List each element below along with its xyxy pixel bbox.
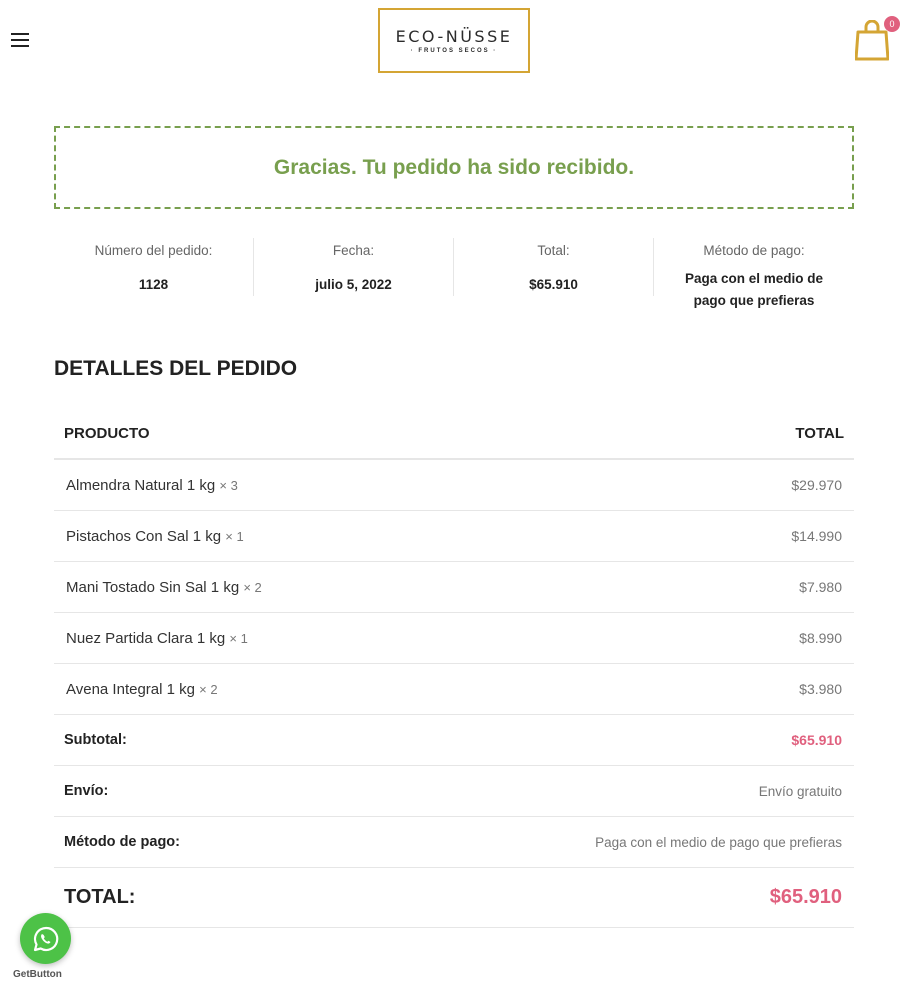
overview-order-number: Número del pedido: 1128 — [54, 238, 254, 296]
payment-method-row: Método de pago: Paga con el medio de pag… — [54, 817, 854, 868]
shipping-label: Envío: — [64, 783, 109, 799]
hamburger-menu-icon[interactable] — [11, 33, 29, 49]
order-overview: Número del pedido: 1128 Fecha: julio 5, … — [54, 238, 854, 318]
table-row: Mani Tostado Sin Sal 1 kg × 2 $7.980 — [54, 562, 854, 613]
overview-value: $65.910 — [529, 277, 578, 292]
total-value: $65.910 — [769, 886, 842, 908]
total-label: TOTAL: — [64, 886, 136, 908]
notice-text: Gracias. Tu pedido ha sido recibido. — [273, 155, 635, 179]
whatsapp-chat-button[interactable] — [20, 913, 71, 964]
shipping-value: Envío gratuito — [758, 783, 842, 799]
getbutton-credit[interactable]: GetButton — [13, 969, 62, 980]
product-total: $7.980 — [799, 579, 842, 595]
table-header: PRODUCTO TOTAL — [54, 408, 854, 460]
table-row: Avena Integral 1 kg × 2 $3.980 — [54, 664, 854, 715]
product-name[interactable]: Avena Integral 1 kg — [66, 681, 195, 698]
overview-total: Total: $65.910 — [454, 238, 654, 296]
overview-label: Fecha: — [332, 243, 375, 258]
overview-value: Paga con el medio de pago que prefieras — [684, 271, 824, 308]
table-row: Nuez Partida Clara 1 kg × 1 $8.990 — [54, 613, 854, 664]
order-received-notice: Gracias. Tu pedido ha sido recibido. — [54, 126, 854, 209]
cart-button[interactable]: 0 — [854, 16, 900, 62]
site-logo[interactable]: ECO-NÜSSE · FRUTOS SECOS · — [378, 8, 530, 73]
product-quantity: × 2 — [243, 579, 262, 595]
cart-count-badge: 0 — [884, 16, 900, 32]
product-name[interactable]: Almendra Natural 1 kg — [66, 477, 215, 494]
subtotal-row: Subtotal: $65.910 — [54, 715, 854, 766]
shipping-row: Envío: Envío gratuito — [54, 766, 854, 817]
getbutton-brand: GetButton — [13, 969, 62, 980]
column-header-product: PRODUCTO — [64, 424, 150, 442]
subtotal-label: Subtotal: — [64, 732, 127, 748]
total-row: TOTAL: $65.910 — [54, 868, 854, 928]
logo-subtitle: · FRUTOS SECOS · — [410, 48, 498, 54]
table-row: Almendra Natural 1 kg × 3 $29.970 — [54, 460, 854, 511]
order-details-table: PRODUCTO TOTAL Almendra Natural 1 kg × 3… — [54, 408, 854, 928]
column-header-total: TOTAL — [795, 424, 844, 442]
product-total: $3.980 — [799, 681, 842, 697]
overview-label: Número del pedido: — [94, 243, 213, 258]
overview-date: Fecha: julio 5, 2022 — [254, 238, 454, 296]
product-total: $14.990 — [791, 528, 842, 544]
payment-method-label: Método de pago: — [64, 834, 180, 850]
overview-label: Método de pago: — [703, 243, 805, 258]
overview-value: julio 5, 2022 — [315, 277, 392, 292]
table-row: Pistachos Con Sal 1 kg × 1 $14.990 — [54, 511, 854, 562]
logo-name: ECO-NÜSSE — [395, 27, 513, 46]
site-header: ECO-NÜSSE · FRUTOS SECOS · 0 — [0, 0, 907, 90]
overview-value: 1128 — [138, 277, 169, 292]
overview-label: Total: — [537, 243, 570, 258]
product-quantity: × 1 — [229, 630, 248, 646]
product-name[interactable]: Pistachos Con Sal 1 kg — [66, 528, 221, 545]
product-total: $8.990 — [799, 630, 842, 646]
whatsapp-icon — [33, 926, 58, 951]
subtotal-value: $65.910 — [791, 732, 842, 748]
payment-method-value: Paga con el medio de pago que prefieras — [595, 834, 842, 850]
product-name[interactable]: Nuez Partida Clara 1 kg — [66, 630, 225, 647]
product-quantity: × 1 — [225, 528, 244, 544]
product-total: $29.970 — [791, 477, 842, 493]
product-quantity: × 2 — [199, 681, 218, 697]
product-name[interactable]: Mani Tostado Sin Sal 1 kg — [66, 579, 239, 596]
overview-payment-method: Método de pago: Paga con el medio de pag… — [654, 238, 854, 308]
product-quantity: × 3 — [219, 477, 238, 493]
order-details-title: DETALLES DEL PEDIDO — [54, 357, 298, 380]
